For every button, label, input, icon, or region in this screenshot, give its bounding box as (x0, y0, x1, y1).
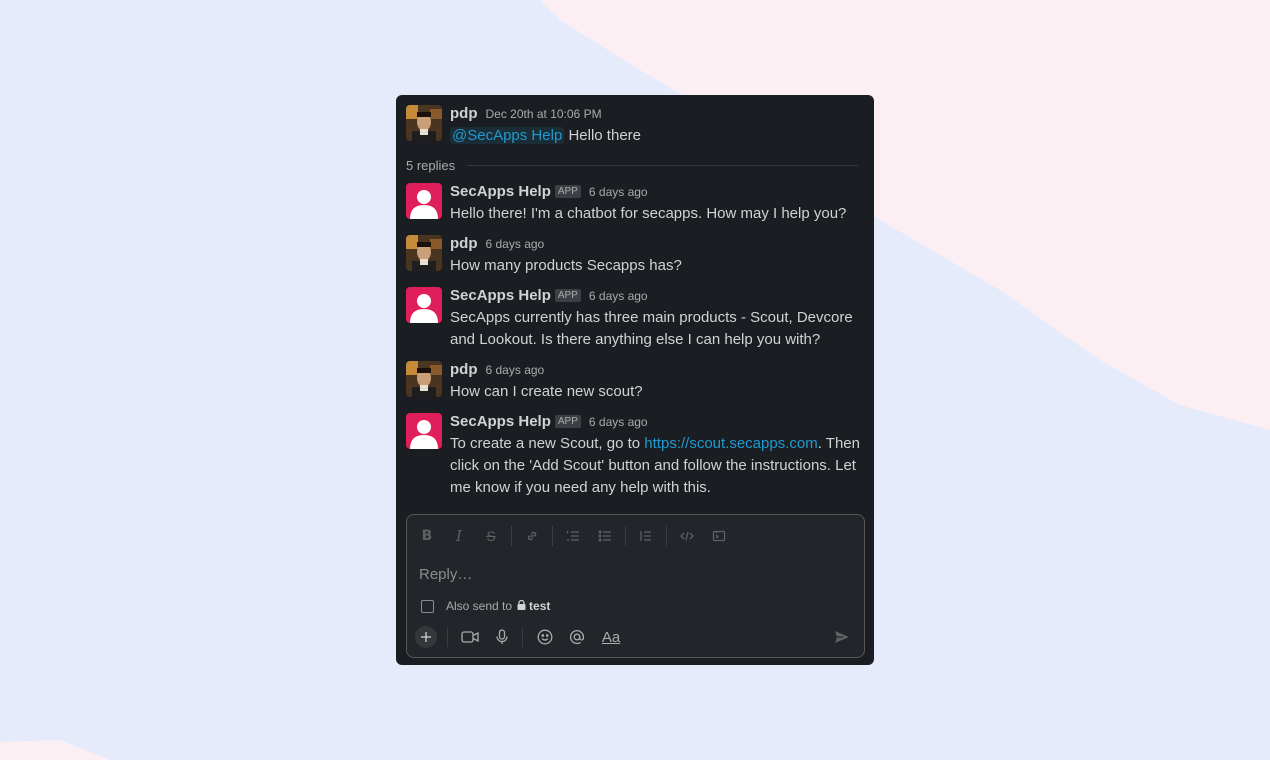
divider (467, 164, 858, 166)
message-text-line: SecApps currently has three main product… (450, 309, 853, 326)
bot-avatar[interactable] (406, 287, 442, 323)
timestamp[interactable]: 6 days ago (589, 415, 648, 429)
ordered-list-icon[interactable] (561, 525, 585, 547)
message-text-line: To create a new Scout, go to https://sco… (450, 433, 864, 455)
message-text-line: and Lookout. Is there anything else I ca… (450, 331, 821, 348)
reply-message: SecApps Help APP 6 days ago SecApps curr… (406, 287, 864, 353)
bot-avatar[interactable] (406, 183, 442, 219)
lock-icon (517, 599, 526, 613)
timestamp[interactable]: 6 days ago (486, 363, 545, 377)
formatting-label: Aa (601, 628, 621, 646)
reply-composer: B I S Reply… Also send to test Aa (406, 514, 865, 658)
divider (666, 526, 667, 546)
avatar[interactable] (406, 235, 442, 271)
author-name[interactable]: pdp (450, 235, 478, 252)
code-block-icon[interactable] (707, 525, 731, 547)
video-icon[interactable] (458, 625, 482, 649)
message-text-line: click on the 'Add Scout' button and foll… (450, 457, 856, 474)
author-name[interactable]: SecApps Help (450, 287, 551, 304)
app-badge: APP (554, 415, 581, 428)
reply-message: pdp 6 days ago How many products Secapps… (406, 235, 864, 279)
mention-icon[interactable] (565, 625, 589, 649)
message-text: Hello there! I'm a chatbot for secapps. … (450, 205, 847, 222)
app-badge: APP (554, 289, 581, 302)
avatar[interactable] (406, 361, 442, 397)
message-text: @SecApps Help Hello there (450, 125, 864, 147)
also-send-label: Also send to (446, 599, 513, 613)
mention-link[interactable]: @SecApps Help (450, 127, 565, 144)
divider (552, 526, 553, 546)
timestamp[interactable]: 6 days ago (589, 289, 648, 303)
reply-message: SecApps Help APP 6 days ago To create a … (406, 413, 864, 501)
timestamp[interactable]: 6 days ago (486, 237, 545, 251)
author-name[interactable]: SecApps Help (450, 413, 551, 430)
bulleted-list-icon[interactable] (593, 525, 617, 547)
formatting-toolbar: B I S (415, 525, 739, 547)
bot-avatar[interactable] (406, 413, 442, 449)
divider (511, 526, 512, 546)
reply-message: pdp 6 days ago How can I create new scou… (406, 361, 864, 405)
divider (522, 627, 523, 647)
strikethrough-icon[interactable]: S (479, 525, 503, 547)
thread-panel: pdp Dec 20th at 10:06 PM @SecApps Help H… (396, 95, 874, 665)
author-name[interactable]: SecApps Help (450, 183, 551, 200)
author-name[interactable]: pdp (450, 105, 478, 122)
message-text-line: me know if you need any help with this. (450, 479, 711, 496)
author-name[interactable]: pdp (450, 361, 478, 378)
text-after-link: . Then (817, 435, 860, 452)
divider (625, 526, 626, 546)
replies-count: 5 replies (406, 157, 456, 173)
text-before-link: To create a new Scout, go to (450, 435, 645, 452)
bold-icon[interactable]: B (415, 525, 439, 547)
plus-icon[interactable] (415, 626, 437, 648)
message-text-content: Hello there (568, 127, 641, 144)
microphone-icon[interactable] (490, 625, 514, 649)
app-badge: APP (554, 185, 581, 198)
timestamp[interactable]: Dec 20th at 10:06 PM (486, 107, 602, 121)
message-text: How can I create new scout? (450, 383, 643, 400)
code-icon[interactable] (675, 525, 699, 547)
send-icon[interactable] (830, 625, 854, 649)
scout-link[interactable]: https://scout.secapps.com (644, 435, 817, 452)
composer-actions: Aa (415, 625, 633, 649)
timestamp[interactable]: 6 days ago (589, 185, 648, 199)
emoji-icon[interactable] (533, 625, 557, 649)
message-text: How many products Secapps has? (450, 257, 682, 274)
formatting-icon[interactable]: Aa (597, 625, 625, 649)
also-send-option: Also send to test (421, 599, 550, 613)
italic-icon[interactable]: I (447, 525, 471, 547)
also-send-checkbox[interactable] (421, 599, 434, 613)
link-icon[interactable] (520, 525, 544, 547)
blockquote-icon[interactable] (634, 525, 658, 547)
channel-name: test (529, 599, 551, 613)
avatar[interactable] (406, 105, 442, 141)
divider (447, 627, 448, 647)
reply-input[interactable] (419, 563, 849, 585)
parent-message: pdp Dec 20th at 10:06 PM @SecApps Help H… (406, 105, 864, 149)
replies-divider: 5 replies (406, 157, 858, 173)
reply-message: SecApps Help APP 6 days ago Hello there!… (406, 183, 864, 227)
